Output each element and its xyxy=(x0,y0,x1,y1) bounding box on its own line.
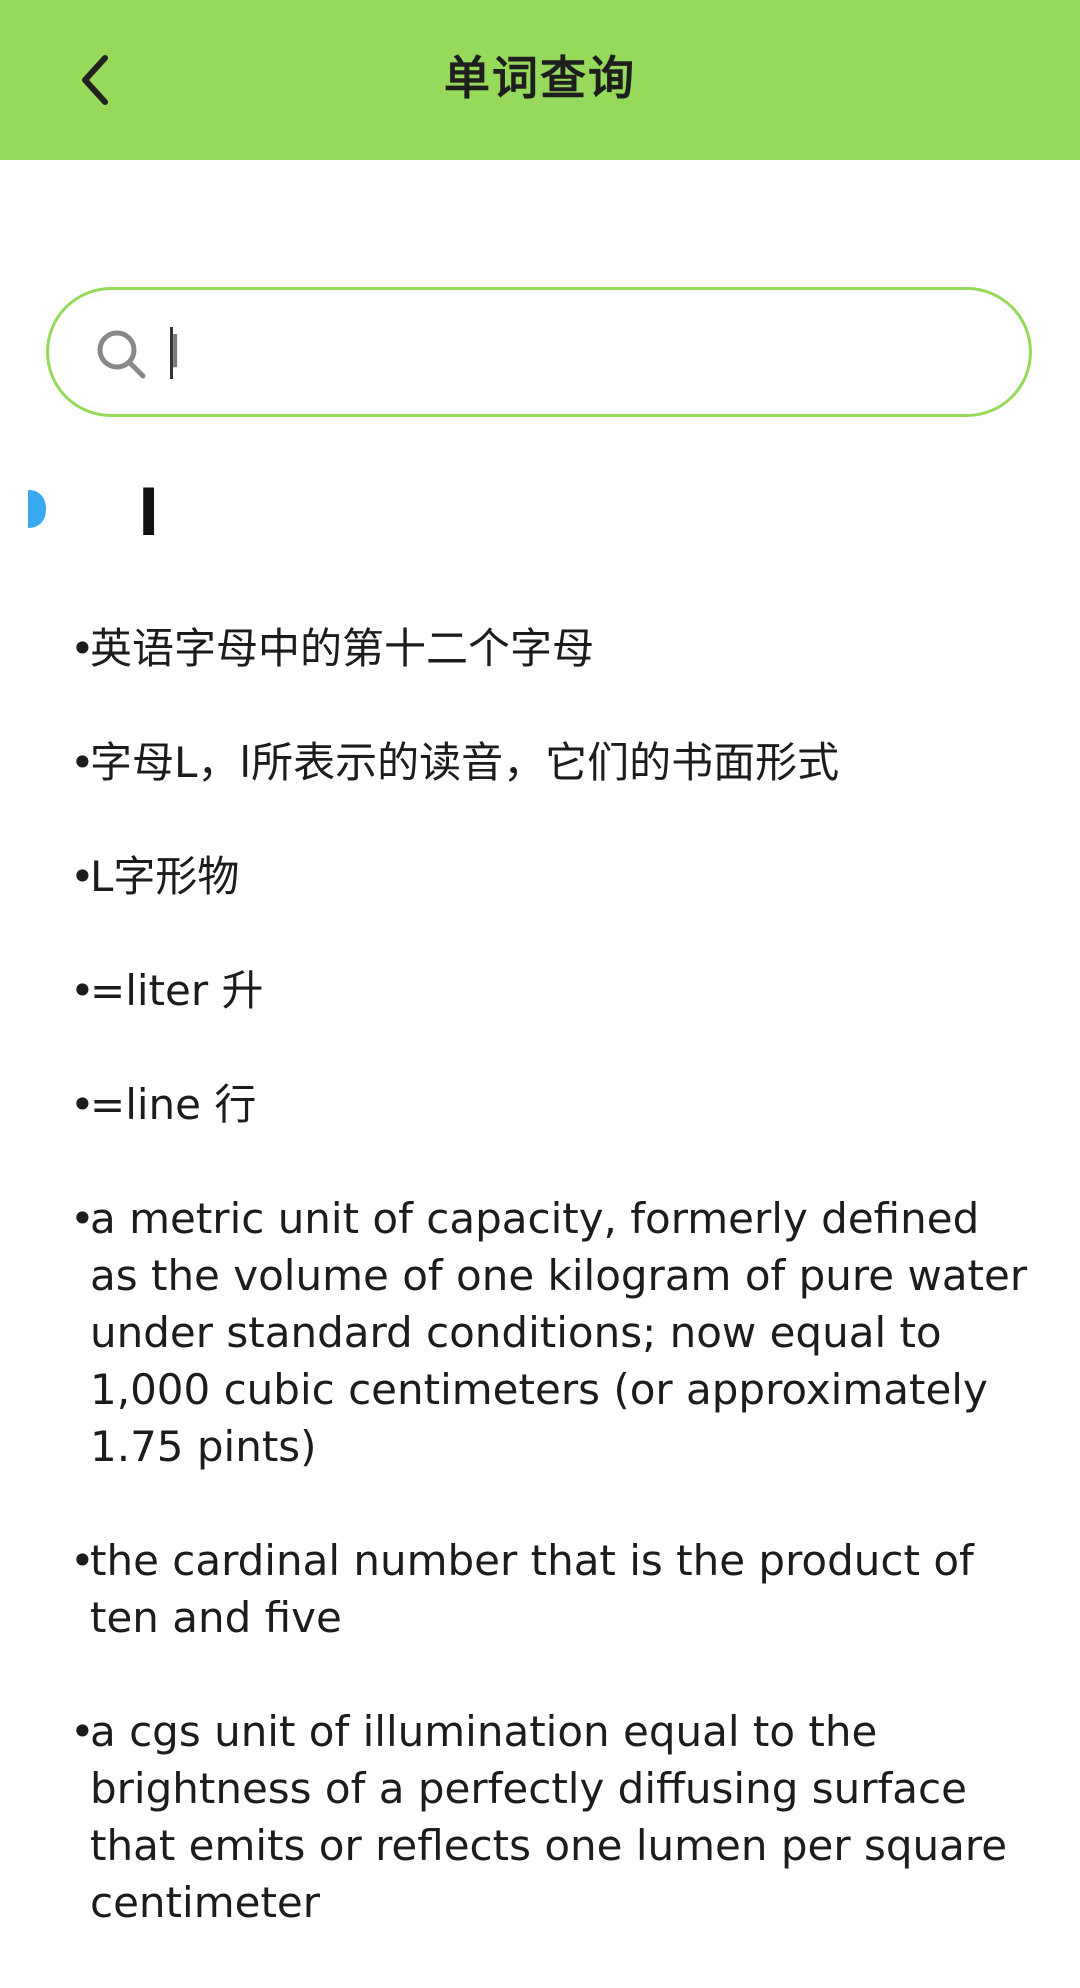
search-box[interactable] xyxy=(46,287,1032,417)
bullet: • xyxy=(70,966,95,1015)
bullet: • xyxy=(70,1194,95,1243)
definition-text: the cardinal number that is the product … xyxy=(90,1536,974,1642)
definition-text: =line 行 xyxy=(90,1080,257,1129)
bullet: • xyxy=(70,624,95,673)
speaker-icon[interactable] xyxy=(28,490,46,528)
definition-text: a metric unit of capacity, formerly defi… xyxy=(90,1194,1028,1471)
definition-text: 英语字母中的第十二个字母 xyxy=(90,624,595,673)
definition-item: • 字母L，l所表示的读音，它们的书面形式 xyxy=(70,734,1030,791)
definition-text: =liter 升 xyxy=(90,966,264,1015)
definition-item: • L字形物 xyxy=(70,848,1030,905)
search-input[interactable] xyxy=(169,310,989,394)
word-title: l xyxy=(138,477,160,550)
bullet: • xyxy=(70,738,95,787)
back-button[interactable] xyxy=(55,40,135,120)
definition-item: • 英语字母中的第十二个字母 xyxy=(70,620,1030,677)
definition-list: • 英语字母中的第十二个字母 • 字母L，l所表示的读音，它们的书面形式 • L… xyxy=(70,620,1030,1988)
text-cursor xyxy=(170,327,173,379)
bullet: • xyxy=(70,1707,95,1756)
bullet: • xyxy=(70,852,95,901)
definition-item: • the cardinal number that is the produc… xyxy=(70,1532,1030,1646)
definition-text: 字母L，l所表示的读音，它们的书面形式 xyxy=(90,738,840,787)
search-icon xyxy=(97,330,146,379)
top-app-bar: 单词查询 xyxy=(0,0,1080,160)
page-title: 单词查询 xyxy=(444,51,636,105)
definition-text: L字形物 xyxy=(90,852,240,901)
definition-text: a cgs unit of illumination equal to the … xyxy=(90,1707,1008,1927)
definition-item: • =line 行 xyxy=(70,1076,1030,1133)
definition-item: • a cgs unit of illumination equal to th… xyxy=(70,1703,1030,1931)
bullet: • xyxy=(70,1536,95,1585)
chevron-left-icon xyxy=(82,55,108,105)
bullet: • xyxy=(70,1080,95,1129)
definition-item: • a metric unit of capacity, formerly de… xyxy=(70,1190,1030,1475)
definition-item: • =liter 升 xyxy=(70,962,1030,1019)
